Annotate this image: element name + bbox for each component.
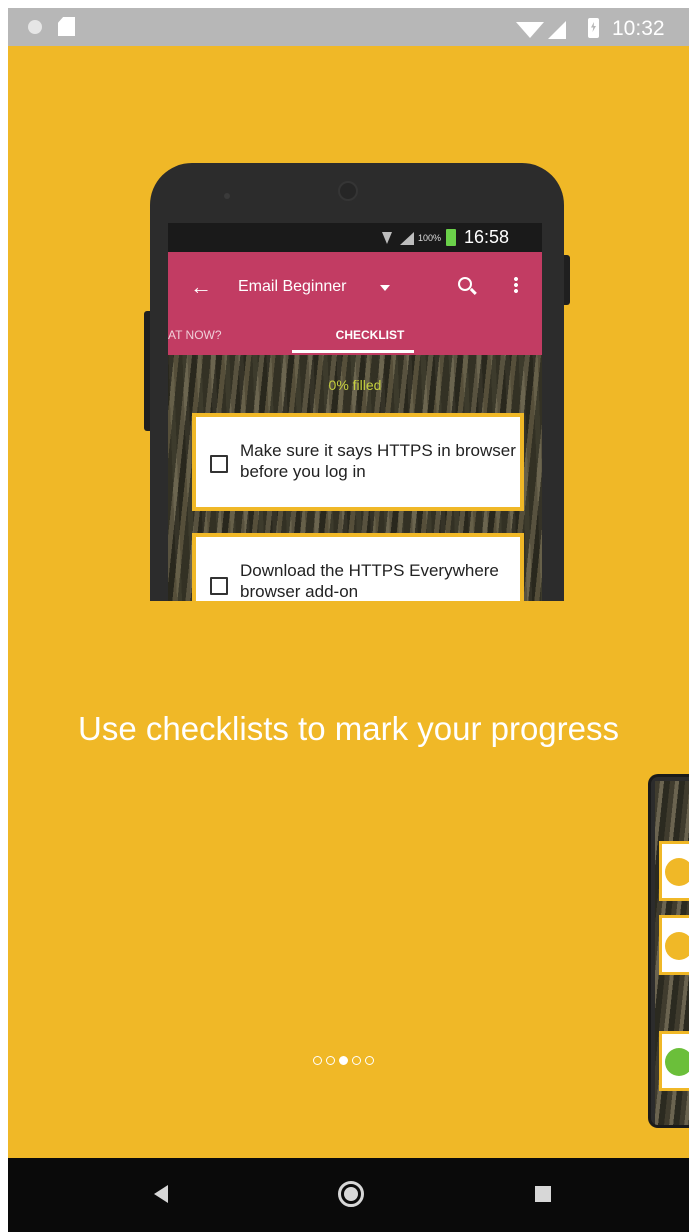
dropdown-caret-icon: [380, 285, 390, 291]
peek-circle-icon: [665, 932, 689, 960]
page-dot: [365, 1056, 374, 1065]
status-clock: 10:32: [612, 17, 665, 40]
mockup-tab-checklist: CHECKLIST: [335, 328, 405, 342]
system-navigation-bar: [8, 1158, 689, 1232]
system-status-bar: 10:32: [8, 8, 689, 46]
search-icon: [458, 277, 472, 291]
checkbox-icon: [210, 455, 228, 473]
notification-dot-icon: [28, 20, 42, 34]
peek-card: [659, 841, 689, 901]
mockup-checklist-item: Download the HTTPS Everywhere browser ad…: [192, 533, 524, 601]
onboarding-slide[interactable]: 100% 16:58 ← Email Beginner AT NOW? CHEC…: [8, 46, 689, 1158]
mockup-battery-icon: [446, 229, 456, 246]
mockup-battery-percent: 100%: [418, 233, 442, 243]
peek-card: [659, 915, 689, 975]
mockup-wifi-icon: [382, 232, 392, 244]
checklist-item-text: Download the HTTPS Everywhere browser ad…: [240, 561, 499, 601]
mockup-signal-icon: [400, 232, 414, 245]
page-dot: [326, 1056, 335, 1065]
phone-sensor-dot: [224, 193, 230, 199]
peek-circle-icon: [665, 858, 689, 886]
page-dot: [313, 1056, 322, 1065]
recents-icon[interactable]: [535, 1186, 551, 1202]
mockup-tab-indicator: [292, 350, 414, 353]
phone-screen: 100% 16:58 ← Email Beginner AT NOW? CHEC…: [168, 223, 542, 601]
phone-mockup: 100% 16:58 ← Email Beginner AT NOW? CHEC…: [144, 163, 570, 601]
mockup-status-bar: 100% 16:58: [168, 223, 542, 252]
signal-icon: [548, 21, 566, 39]
phone-power-button: [564, 255, 570, 305]
battery-charging-icon: [588, 18, 599, 38]
onboarding-headline: Use checklists to mark your progress: [77, 710, 619, 747]
back-icon[interactable]: [154, 1185, 168, 1203]
checklist-item-text: Make sure it says HTTPS in browser befor…: [240, 441, 516, 481]
mockup-checklist-item: Make sure it says HTTPS in browser befor…: [192, 413, 524, 511]
mockup-app-bar: ← Email Beginner AT NOW? CHECKLIST: [168, 252, 542, 355]
back-arrow-icon: ←: [190, 274, 212, 299]
phone-camera-icon: [338, 181, 358, 201]
mockup-tab-what-now: AT NOW?: [168, 328, 222, 342]
sd-card-icon: [58, 17, 75, 36]
mockup-clock: 16:58: [464, 227, 510, 247]
checkbox-icon: [210, 577, 228, 595]
wifi-icon: [516, 22, 544, 38]
peek-card: [659, 1031, 689, 1091]
mockup-progress-text: 0% filled: [328, 377, 382, 393]
page-dot-active: [339, 1056, 348, 1065]
next-slide-preview: [648, 774, 689, 1128]
page-indicator: [313, 1052, 378, 1065]
mockup-forest-background: 0% filled Make sure it says HTTPS in bro…: [168, 355, 542, 601]
home-icon[interactable]: [338, 1181, 364, 1207]
mockup-app-title: Email Beginner: [238, 278, 347, 295]
more-vert-icon: [514, 276, 518, 294]
page-dot: [352, 1056, 361, 1065]
phone-side-button: [144, 311, 150, 431]
peek-circle-icon: [665, 1048, 689, 1076]
